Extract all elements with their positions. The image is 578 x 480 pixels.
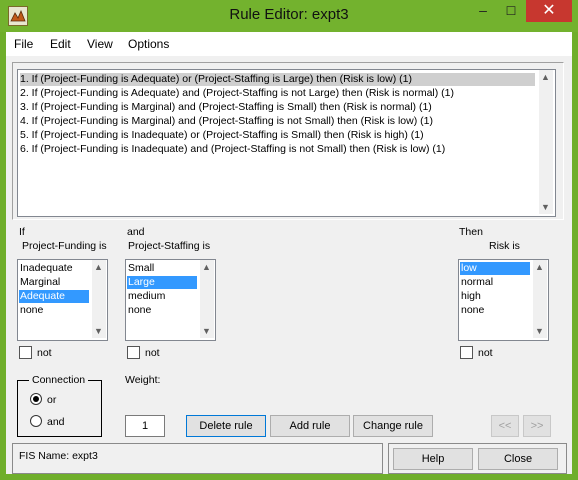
risk-not-label: not xyxy=(478,347,493,359)
menu-options[interactable]: Options xyxy=(128,37,169,51)
staffing-listbox[interactable]: Small Large medium none ▲ ▼ xyxy=(125,259,216,341)
funding-option[interactable]: Marginal xyxy=(19,276,91,289)
menu-file[interactable]: File xyxy=(14,37,33,51)
rule-item-6[interactable]: 6. If (Project-Funding is Inadequate) an… xyxy=(20,143,445,156)
next-rule-button[interactable]: >> xyxy=(523,415,551,437)
scroll-up-arrow-icon[interactable]: ▲ xyxy=(535,262,544,272)
risk-option[interactable]: none xyxy=(460,304,532,317)
scroll-up-arrow-icon[interactable]: ▲ xyxy=(202,262,211,272)
risk-option-selected[interactable]: low xyxy=(460,262,530,275)
change-rule-button[interactable]: Change rule xyxy=(353,415,433,437)
weight-input[interactable]: 1 xyxy=(125,415,165,437)
connection-and-label: and xyxy=(47,416,65,428)
staffing-option-selected[interactable]: Large xyxy=(127,276,197,289)
fis-name-status: FIS Name: expt3 xyxy=(19,450,98,462)
staffing-label: Project-Staffing is xyxy=(128,240,211,252)
funding-label: Project-Funding is xyxy=(22,240,107,252)
funding-option[interactable]: Inadequate xyxy=(19,262,91,275)
connection-group xyxy=(17,380,102,437)
rule-list-scrollbar[interactable]: ▲ ▼ xyxy=(539,70,553,214)
staffing-option[interactable]: none xyxy=(127,304,199,317)
scroll-up-arrow-icon[interactable]: ▲ xyxy=(541,72,550,82)
rule-item-1[interactable]: 1. If (Project-Funding is Adequate) or (… xyxy=(20,73,535,86)
staffing-option[interactable]: Small xyxy=(127,262,199,275)
rule-item-4[interactable]: 4. If (Project-Funding is Marginal) and … xyxy=(20,115,433,128)
rule-list[interactable]: 1. If (Project-Funding is Adequate) or (… xyxy=(17,69,556,217)
scroll-down-arrow-icon[interactable]: ▼ xyxy=(94,326,103,336)
status-bar: FIS Name: expt3 xyxy=(12,443,383,474)
funding-option-selected[interactable]: Adequate xyxy=(19,290,89,303)
scroll-down-arrow-icon[interactable]: ▼ xyxy=(535,326,544,336)
weight-label: Weight: xyxy=(125,374,161,386)
risk-scrollbar[interactable]: ▲ ▼ xyxy=(533,260,547,338)
close-window-button[interactable]: ✕ xyxy=(526,0,572,22)
risk-not-checkbox[interactable] xyxy=(460,346,473,359)
risk-option[interactable]: normal xyxy=(460,276,532,289)
rule-item-3[interactable]: 3. If (Project-Funding is Marginal) and … xyxy=(20,101,432,114)
funding-not-checkbox[interactable] xyxy=(19,346,32,359)
staffing-scrollbar[interactable]: ▲ ▼ xyxy=(200,260,214,338)
help-button[interactable]: Help xyxy=(393,448,473,470)
risk-listbox[interactable]: low normal high none ▲ ▼ xyxy=(458,259,549,341)
minimize-button[interactable]: – xyxy=(470,1,496,21)
add-rule-button[interactable]: Add rule xyxy=(270,415,350,437)
connection-label: Connection xyxy=(29,374,89,386)
previous-rule-button[interactable]: << xyxy=(491,415,519,437)
then-label: Then xyxy=(459,226,483,238)
client-area: 1. If (Project-Funding is Adequate) or (… xyxy=(6,56,572,474)
connection-or-radio[interactable] xyxy=(30,393,42,405)
menu-view[interactable]: View xyxy=(87,37,113,51)
funding-option[interactable]: none xyxy=(19,304,91,317)
rule-item-2[interactable]: 2. If (Project-Funding is Adequate) and … xyxy=(20,87,454,100)
funding-not-label: not xyxy=(37,347,52,359)
if-label: If xyxy=(19,226,25,238)
connection-or-label: or xyxy=(47,394,57,406)
and-label: and xyxy=(127,226,145,238)
scroll-down-arrow-icon[interactable]: ▼ xyxy=(202,326,211,336)
staffing-not-checkbox[interactable] xyxy=(127,346,140,359)
maximize-button[interactable]: ☐ xyxy=(498,1,524,21)
close-button[interactable]: Close xyxy=(478,448,558,470)
staffing-not-label: not xyxy=(145,347,160,359)
delete-rule-button[interactable]: Delete rule xyxy=(186,415,266,437)
risk-label: Risk is xyxy=(489,240,520,252)
funding-listbox[interactable]: Inadequate Marginal Adequate none ▲ ▼ xyxy=(17,259,108,341)
scroll-down-arrow-icon[interactable]: ▼ xyxy=(541,202,550,212)
staffing-option[interactable]: medium xyxy=(127,290,199,303)
connection-and-radio[interactable] xyxy=(30,415,42,427)
scroll-up-arrow-icon[interactable]: ▲ xyxy=(94,262,103,272)
funding-scrollbar[interactable]: ▲ ▼ xyxy=(92,260,106,338)
rule-item-5[interactable]: 5. If (Project-Funding is Inadequate) or… xyxy=(20,129,424,142)
menu-bar: File Edit View Options xyxy=(6,32,572,56)
risk-option[interactable]: high xyxy=(460,290,532,303)
menu-edit[interactable]: Edit xyxy=(50,37,71,51)
